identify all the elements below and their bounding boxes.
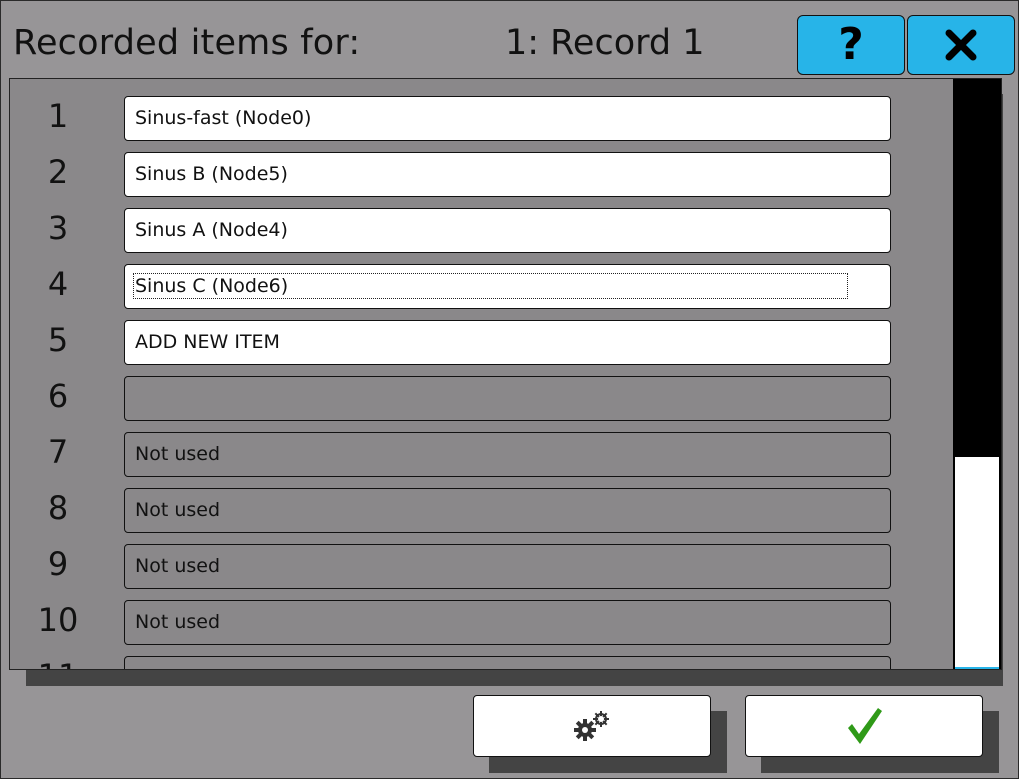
dialog-title: Recorded items for: xyxy=(13,23,361,63)
row-number: 4 xyxy=(47,265,69,303)
item-field[interactable]: Sinus-fast (Node0) xyxy=(124,96,891,141)
row-number: 6 xyxy=(47,377,69,415)
row-number: 5 xyxy=(47,321,69,359)
list-item: 10 Not used xyxy=(10,595,950,651)
gears-icon xyxy=(574,711,609,741)
scrollbar[interactable] xyxy=(953,79,1001,669)
row-number: 8 xyxy=(47,489,69,527)
item-field[interactable]: Sinus C (Node6) xyxy=(124,264,891,309)
item-field[interactable]: Sinus B (Node5) xyxy=(124,152,891,197)
item-field[interactable] xyxy=(124,656,891,669)
list-item: 5 ADD NEW ITEM xyxy=(10,315,950,371)
title-bar: Recorded items for: 1: Record 1 ? xyxy=(1,1,1018,79)
record-name: 1: Record 1 xyxy=(505,23,705,63)
confirm-button[interactable] xyxy=(745,695,983,757)
add-new-item-button[interactable]: ADD NEW ITEM xyxy=(124,320,891,365)
checkmark-icon xyxy=(848,708,882,744)
row-number: 10 xyxy=(37,601,79,639)
item-label: Not used xyxy=(135,611,221,633)
list-item: 1 Sinus-fast (Node0) xyxy=(10,91,950,147)
row-number: 3 xyxy=(47,209,69,247)
row-number: 1 xyxy=(47,97,69,135)
row-number: 7 xyxy=(47,433,69,471)
items-list-panel: 1 Sinus-fast (Node0) 2 Sinus B (Node5) 3 Sinu… xyxy=(9,78,1002,670)
item-field[interactable]: Not used xyxy=(124,600,891,645)
list-item: 8 Not used xyxy=(10,483,950,539)
scrollbar-thumb[interactable] xyxy=(955,457,999,669)
help-icon: ? xyxy=(838,19,864,70)
list-item: 6 xyxy=(10,371,950,427)
item-label: Sinus B (Node5) xyxy=(135,163,288,185)
item-field[interactable] xyxy=(124,376,891,421)
help-button[interactable]: ? xyxy=(797,15,905,75)
list-item: 3 Sinus A (Node4) xyxy=(10,203,950,259)
settings-button[interactable] xyxy=(473,695,711,757)
row-number: 2 xyxy=(47,153,69,191)
item-field[interactable]: Not used xyxy=(124,432,891,477)
item-label: Not used xyxy=(135,555,221,577)
item-label: Sinus-fast (Node0) xyxy=(135,107,312,129)
item-label: Sinus A (Node4) xyxy=(135,219,288,241)
item-field[interactable]: Not used xyxy=(124,544,891,589)
list-item: 2 Sinus B (Node5) xyxy=(10,147,950,203)
item-field[interactable]: Sinus A (Node4) xyxy=(124,208,891,253)
list-item: 9 Not used xyxy=(10,539,950,595)
close-icon xyxy=(945,29,977,61)
item-label: Sinus C (Node6) xyxy=(132,273,849,299)
item-label: Not used xyxy=(135,499,221,521)
row-number: 9 xyxy=(47,545,69,583)
list-item: 11 xyxy=(10,651,950,669)
close-button[interactable] xyxy=(907,15,1015,75)
item-label: ADD NEW ITEM xyxy=(135,331,280,353)
item-label: Not used xyxy=(135,443,221,465)
item-field[interactable]: Not used xyxy=(124,488,891,533)
list-item: 4 Sinus C (Node6) xyxy=(10,259,950,315)
row-number: 11 xyxy=(10,657,106,669)
list-item: 7 Not used xyxy=(10,427,950,483)
